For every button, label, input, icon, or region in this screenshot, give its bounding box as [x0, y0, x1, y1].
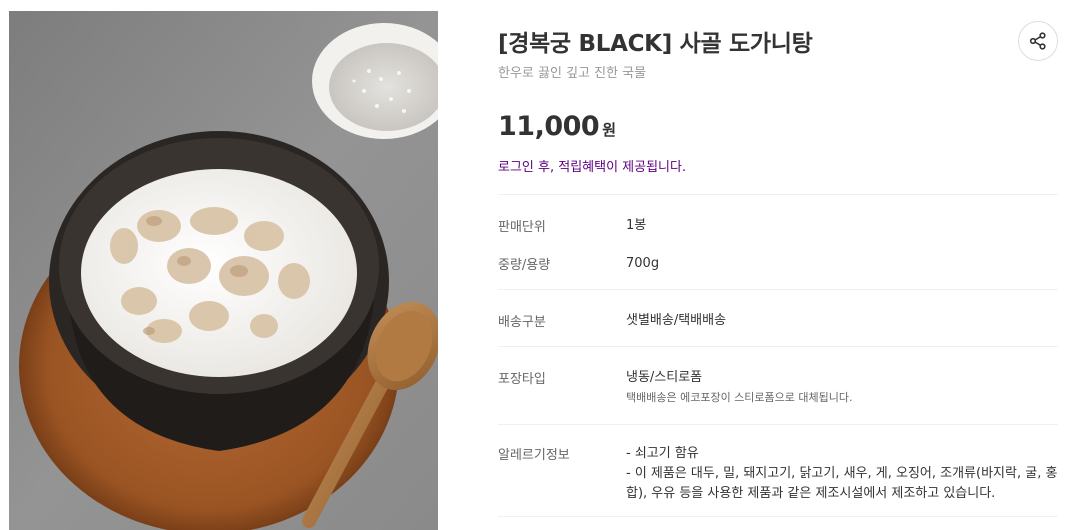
divider: [498, 346, 1058, 347]
detail-label: 판매단위: [498, 220, 546, 235]
login-reward-notice: 로그인 후, 적립혜택이 제공됩니다.: [498, 160, 687, 175]
detail-value-group: 냉동/스티로폼 택배배송은 에코포장이 스티로폼으로 대체됩니다.: [626, 368, 853, 406]
price-amount: 11,000: [498, 111, 600, 142]
allergy-line: - 이 제품은 대두, 밀, 돼지고기, 닭고기, 새우, 게, 오징어, 조개…: [626, 466, 1058, 481]
detail-value: 샛별배송/택배배송: [626, 313, 727, 328]
packaging-note: 택배배송은 에코포장이 스티로폼으로 대체됩니다.: [626, 391, 853, 404]
detail-label: 포장타입: [498, 372, 546, 387]
detail-label: 배송구분: [498, 315, 546, 330]
divider: [498, 424, 1058, 425]
allergy-line: - 쇠고기 함유: [626, 446, 699, 461]
divider: [498, 289, 1058, 290]
allergy-line: 합), 우유 등을 사용한 제품과 같은 제조시설에서 제조하고 있습니다.: [626, 486, 996, 501]
detail-value: 냉동/스티로폼: [626, 370, 703, 385]
detail-label: 알레르기정보: [498, 448, 570, 463]
divider: [498, 516, 1058, 517]
detail-value: 700g: [626, 256, 660, 271]
price: 11,000 원: [498, 111, 616, 142]
allergy-info: - 쇠고기 함유 - 이 제품은 대두, 밀, 돼지고기, 닭고기, 새우, 게…: [626, 444, 1057, 504]
product-subtitle: 한우로 끓인 깊고 진한 국물: [498, 66, 647, 81]
product-title: [경복궁 BLACK] 사골 도가니탕: [498, 31, 813, 57]
share-button[interactable]: [1018, 21, 1058, 61]
product-image: [9, 11, 438, 530]
divider: [498, 194, 1058, 195]
detail-value: 1봉: [626, 218, 647, 233]
share-icon: [1029, 32, 1046, 50]
detail-label: 중량/용량: [498, 258, 551, 273]
price-currency: 원: [602, 121, 617, 139]
